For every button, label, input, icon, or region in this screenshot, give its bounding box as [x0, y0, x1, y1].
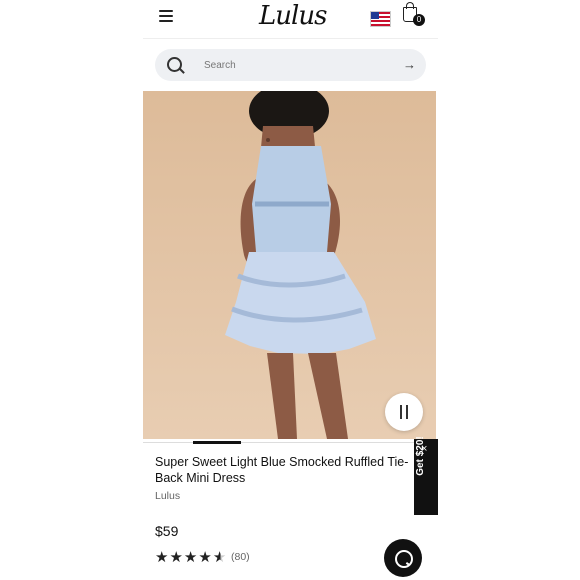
search-bar[interactable]: →	[155, 49, 426, 81]
us-flag-icon[interactable]	[370, 11, 391, 27]
menu-icon[interactable]	[159, 10, 173, 22]
promo-tab[interactable]: × Get $20!	[414, 436, 438, 515]
image-carousel-indicator	[193, 441, 241, 444]
star-icon: ★	[155, 549, 170, 566]
cart-count-badge: 0	[413, 14, 425, 26]
product-price: $59	[155, 523, 179, 539]
left-background	[0, 0, 143, 580]
model-illustration	[225, 91, 376, 439]
half-star-icon: ★	[212, 549, 228, 566]
right-background	[438, 0, 580, 580]
star-icon: ★	[169, 549, 184, 566]
search-icon	[167, 57, 182, 72]
image-carousel-track	[143, 442, 436, 443]
search-input[interactable]	[204, 56, 394, 74]
product-image[interactable]	[143, 91, 436, 439]
top-navigation-bar: Lulus 0	[143, 0, 438, 39]
chat-icon[interactable]	[384, 539, 422, 577]
lulus-logo[interactable]: Lulus	[259, 1, 327, 31]
product-title: Super Sweet Light Blue Smocked Ruffled T…	[155, 455, 409, 485]
promo-label[interactable]: Get $20!	[415, 419, 426, 493]
rating-count[interactable]: (80)	[231, 551, 250, 563]
product-brand[interactable]: Lulus	[155, 490, 180, 502]
star-icon: ★	[183, 549, 199, 566]
arrow-right-icon[interactable]: →	[403, 58, 416, 72]
product-page: Lulus 0 → Super Sweet Light Blue Smocked…	[143, 0, 438, 580]
star-icon: ★	[198, 549, 213, 566]
rating-stars[interactable]: ★★★★★	[155, 548, 227, 566]
